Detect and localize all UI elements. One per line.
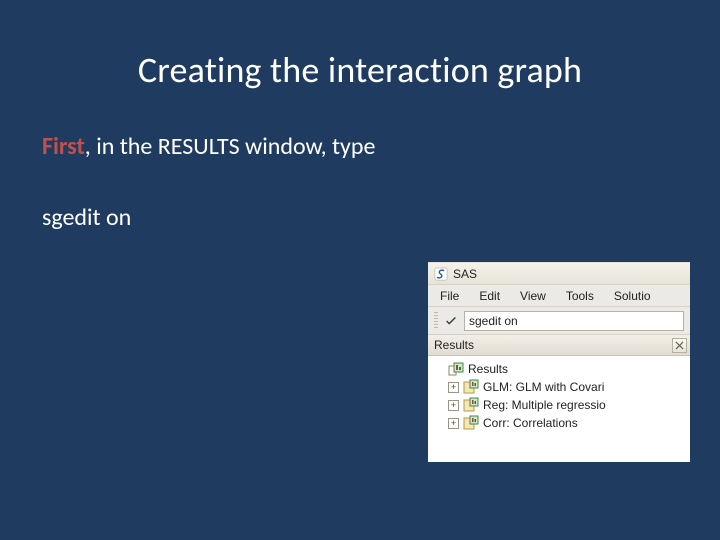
command-to-type: sgedit on <box>0 161 720 232</box>
menu-tools[interactable]: Tools <box>556 287 604 305</box>
tree-root-label: Results <box>468 362 508 376</box>
first-word: First <box>42 132 85 161</box>
result-node-icon <box>463 397 479 413</box>
expander-icon[interactable]: + <box>448 418 459 429</box>
tree-item-label: Corr: Correlations <box>483 416 578 430</box>
tree-item-label: GLM: GLM with Covari <box>483 380 604 394</box>
instruction-rest: , in the RESULTS window, type <box>85 132 376 161</box>
sas-window: SAS File Edit View Tools Solutio Results… <box>428 262 690 462</box>
command-input[interactable] <box>464 311 684 331</box>
tree-item[interactable]: + Corr: Correlations <box>430 414 688 432</box>
tree-item[interactable]: + Reg: Multiple regressio <box>430 396 688 414</box>
tree-item[interactable]: + GLM: GLM with Covari <box>430 378 688 396</box>
results-panel-header: Results <box>428 335 690 356</box>
result-node-icon <box>463 415 479 431</box>
command-bar <box>428 307 690 335</box>
menu-edit[interactable]: Edit <box>469 287 510 305</box>
results-root-icon <box>448 361 464 377</box>
menu-solutions[interactable]: Solutio <box>604 287 661 305</box>
slide-title: Creating the interaction graph <box>0 0 720 92</box>
close-icon[interactable] <box>672 338 687 353</box>
result-node-icon <box>463 379 479 395</box>
instruction-line: First, in the RESULTS window, type <box>0 92 720 161</box>
titlebar: SAS <box>428 263 690 285</box>
submit-check-icon[interactable] <box>444 314 458 328</box>
expander-icon[interactable]: + <box>448 382 459 393</box>
results-panel-title: Results <box>434 338 474 352</box>
toolbar-grip-icon <box>434 312 438 330</box>
tree-root[interactable]: Results <box>430 360 688 378</box>
menubar: File Edit View Tools Solutio <box>428 285 690 307</box>
tree-item-label: Reg: Multiple regressio <box>483 398 606 412</box>
menu-view[interactable]: View <box>510 287 556 305</box>
menu-file[interactable]: File <box>430 287 469 305</box>
results-tree: Results + GLM: GLM with Covari + Reg: Mu… <box>428 356 690 462</box>
sas-logo-icon <box>434 267 448 281</box>
expander-icon[interactable]: + <box>448 400 459 411</box>
app-title: SAS <box>453 267 477 281</box>
